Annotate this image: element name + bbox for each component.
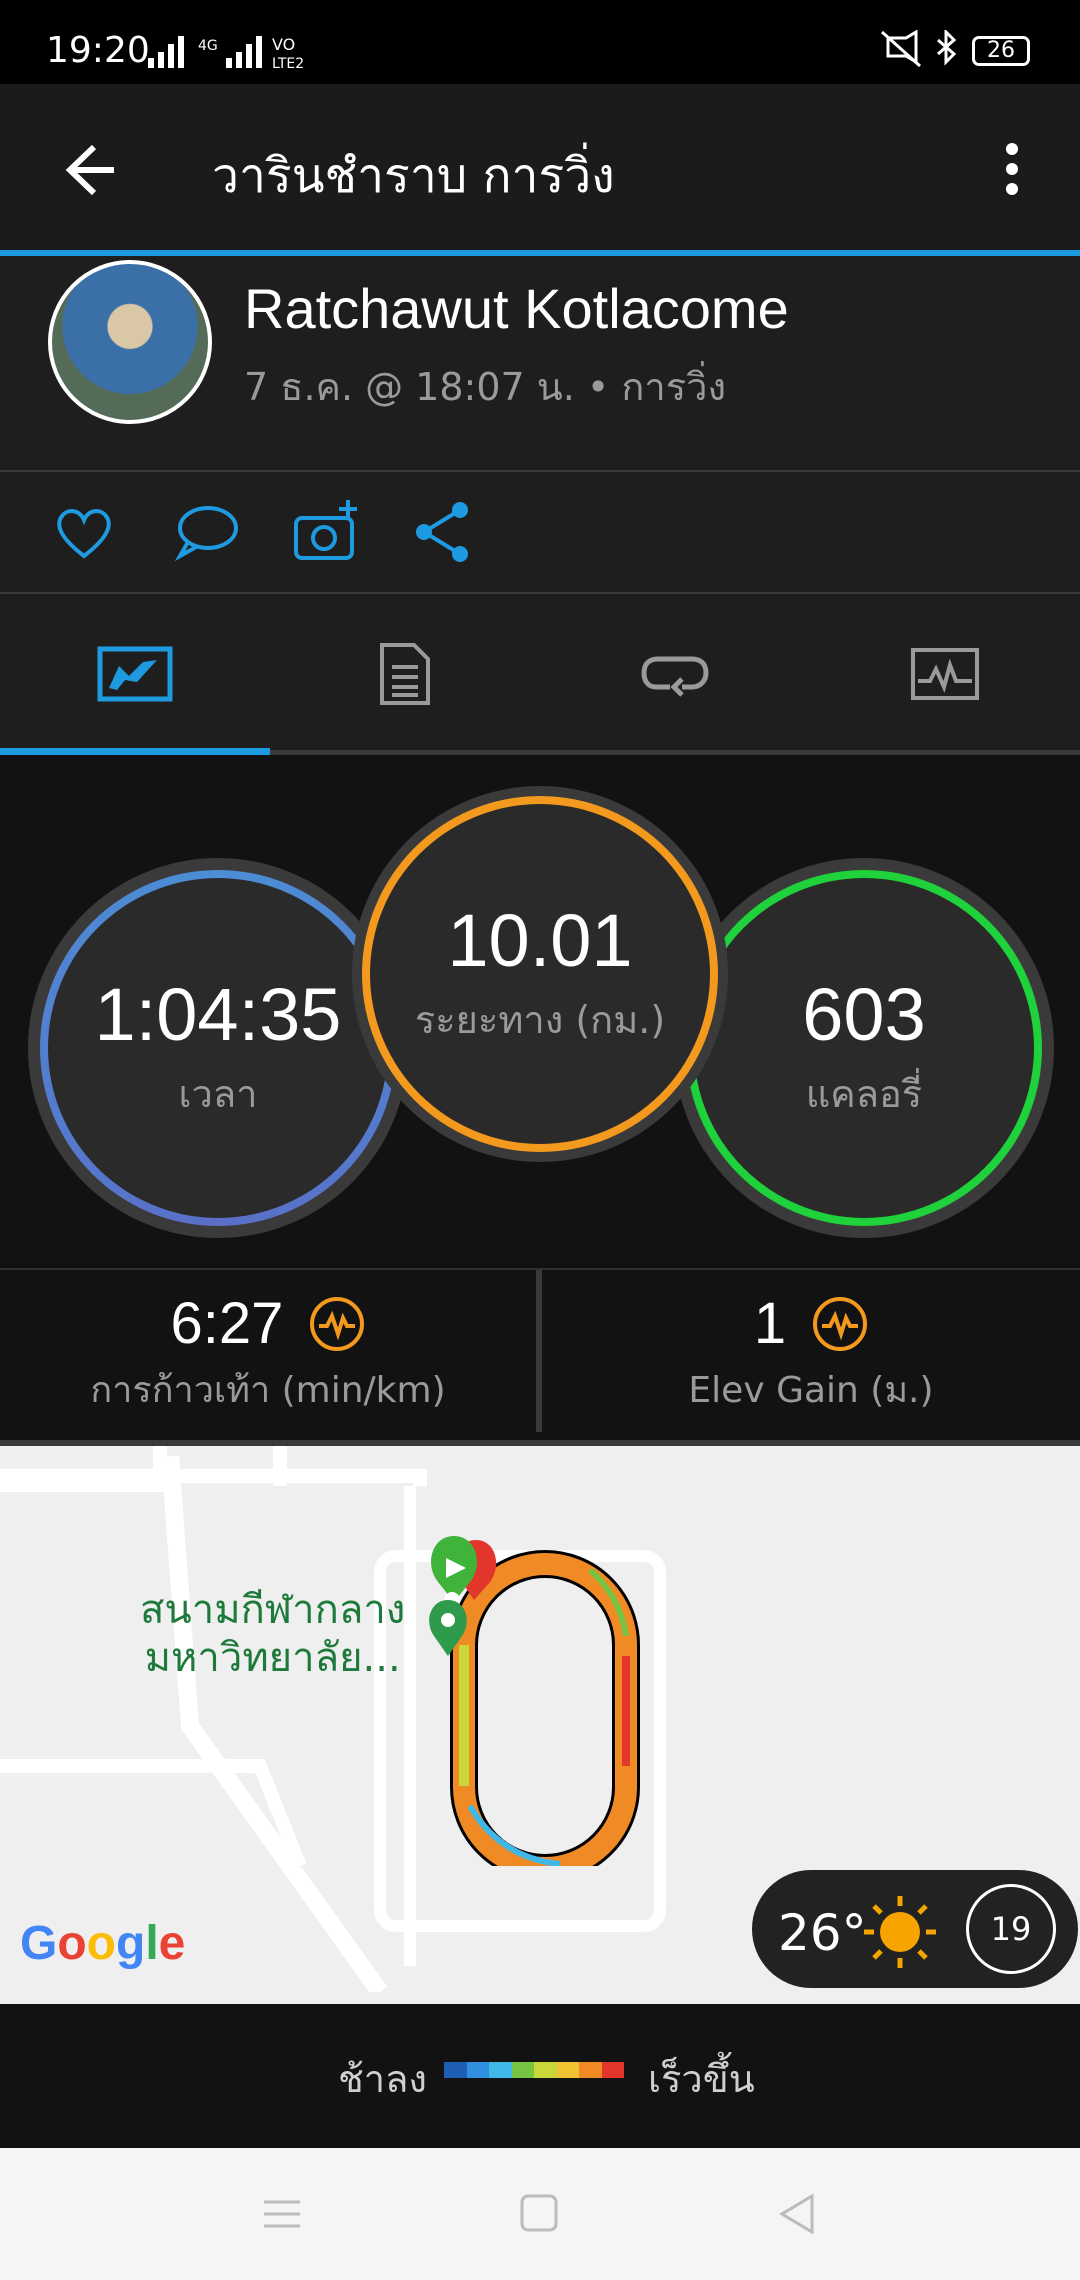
tab-charts[interactable] [810, 594, 1080, 754]
time-stat[interactable]: 1:04:35 เวลา [48, 878, 388, 1218]
elevation-value: 1 [753, 1291, 787, 1356]
action-row [0, 472, 1080, 594]
time-value: 1:04:35 [94, 973, 342, 1056]
back-arrow-icon[interactable] [50, 135, 120, 205]
legend-color-7 [601, 2062, 624, 2078]
laps-tab-icon [641, 656, 709, 697]
more-options-icon[interactable] [990, 135, 1034, 205]
pace-chart-icon [310, 1296, 365, 1351]
home-nav-icon[interactable] [518, 2192, 562, 2236]
tab-stats[interactable] [0, 594, 270, 754]
legend-color-0 [444, 2062, 467, 2078]
elevation-label: Elev Gain (ม.) [688, 1370, 934, 1411]
pace-stat[interactable]: 6:27 การก้าวเท้า (min/km) [0, 1290, 536, 1418]
like-icon[interactable] [48, 496, 120, 568]
elevation-stat[interactable]: 1 Elev Gain (ม.) [542, 1290, 1080, 1418]
stats-tab-icon [97, 646, 173, 702]
calories-stat[interactable]: 603 แคลอรี่ [694, 878, 1034, 1218]
svg-text:LTE2: LTE2 [272, 56, 304, 70]
pace-value: 6:27 [170, 1291, 284, 1356]
map-place-line2: มหาวิทยาลัย... [144, 1635, 401, 1681]
map-place-line1: สนามกีฬากลาง [140, 1587, 406, 1633]
temperature: 26° [778, 1904, 867, 1962]
signal-icon: 4G VO LTE2 [148, 34, 328, 70]
share-icon[interactable] [408, 496, 480, 568]
activity-meta: 7 ธ.ค. @ 18:07 น. • การวิ่ง [244, 365, 727, 409]
wind-speed: 19 [966, 1884, 1056, 1974]
distance-value: 10.01 [447, 899, 633, 982]
charts-tab-icon [911, 648, 979, 700]
menu-nav-icon[interactable] [262, 2194, 302, 2234]
comment-icon[interactable] [170, 496, 242, 568]
legend-color-6 [579, 2062, 602, 2078]
pace-label: การก้าวเท้า (min/km) [90, 1370, 446, 1411]
details-tab-icon [380, 643, 430, 705]
legend-color-3 [511, 2062, 534, 2078]
tab-laps[interactable] [540, 594, 810, 754]
status-time: 19:20 [46, 30, 150, 71]
distance-stat[interactable]: 10.01 ระยะทาง (กม.) [370, 804, 710, 1144]
legend-color-2 [489, 2062, 512, 2078]
user-name[interactable]: Ratchawut Kotlacome [244, 276, 789, 341]
legend-color-1 [466, 2062, 489, 2078]
add-photo-icon[interactable] [290, 496, 362, 568]
legend-fast-label: เร็วขึ้น [648, 2057, 755, 2101]
google-logo: Google [20, 1917, 186, 1970]
legend-color-4 [534, 2062, 557, 2078]
legend-color-5 [556, 2062, 579, 2078]
legend-color-bar [444, 2062, 624, 2078]
legend-slow-label: ช้าลง [338, 2057, 427, 2101]
mute-bluetooth-icons [880, 30, 966, 70]
calories-label: แคลอรี่ [805, 1072, 923, 1116]
avatar[interactable] [48, 260, 212, 424]
page-title: วารินชำราบ การวิ่ง [212, 148, 615, 204]
sun-icon [864, 1896, 936, 1968]
time-label: เวลา [178, 1072, 258, 1116]
battery-icon: 26 [972, 36, 1030, 66]
active-tab-indicator [0, 748, 270, 755]
back-nav-icon[interactable] [776, 2192, 820, 2236]
calories-value: 603 [802, 973, 926, 1056]
svg-text:VO: VO [272, 35, 295, 54]
svg-text:4G: 4G [198, 38, 218, 54]
tab-details[interactable] [270, 594, 540, 754]
place-pin-icon [429, 1600, 467, 1656]
distance-label: ระยะทาง (กม.) [414, 998, 666, 1042]
map-place-label: สนามกีฬากลาง มหาวิทยาลัย... [140, 1586, 405, 1682]
elevation-chart-icon [813, 1296, 868, 1351]
